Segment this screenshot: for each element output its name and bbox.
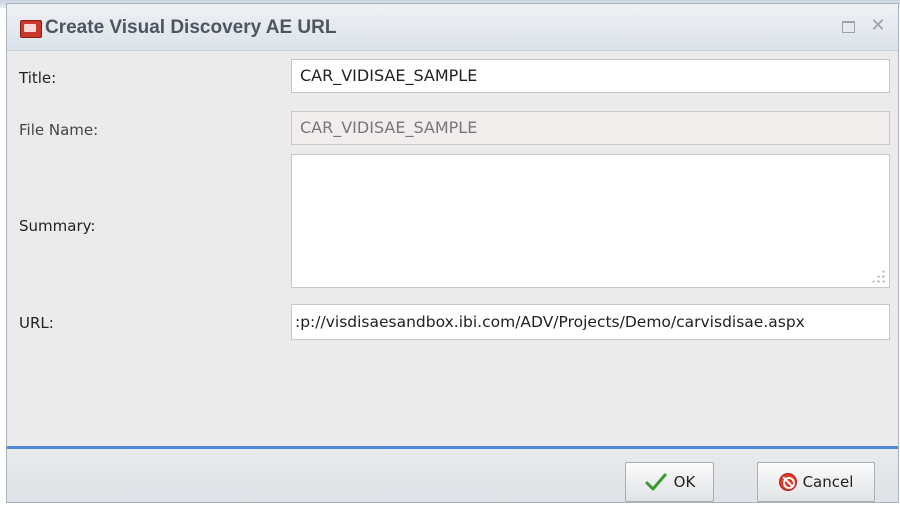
dialog-titlebar[interactable]: Create Visual Discovery AE URL ✕: [7, 4, 898, 51]
cancel-icon: [778, 473, 797, 491]
url-input[interactable]: :p://visdisaesandbox.ibi.com/ADV/Project…: [291, 304, 890, 340]
resize-grip-icon[interactable]: [871, 269, 885, 283]
dialog-footer: OK Cancel: [7, 449, 898, 502]
summary-textarea[interactable]: [291, 154, 890, 288]
ok-label: OK: [673, 473, 696, 491]
file-name-label: File Name:: [19, 121, 99, 139]
report-icon: [20, 20, 42, 38]
create-url-dialog: Create Visual Discovery AE URL ✕ Title: …: [6, 3, 899, 503]
cancel-label: Cancel: [802, 473, 854, 491]
url-label: URL:: [19, 314, 54, 332]
cancel-button[interactable]: Cancel: [757, 462, 875, 502]
title-label: Title:: [19, 69, 57, 87]
summary-label: Summary:: [19, 217, 96, 235]
checkmark-icon: [645, 473, 667, 491]
ok-button[interactable]: OK: [625, 462, 714, 502]
close-icon[interactable]: ✕: [870, 17, 886, 35]
dialog-title: Create Visual Discovery AE URL: [45, 17, 337, 38]
file-name-input: CAR_VIDISAE_SAMPLE: [291, 111, 890, 145]
maximize-icon[interactable]: [840, 18, 856, 34]
title-input[interactable]: CAR_VIDISAE_SAMPLE: [291, 59, 890, 93]
